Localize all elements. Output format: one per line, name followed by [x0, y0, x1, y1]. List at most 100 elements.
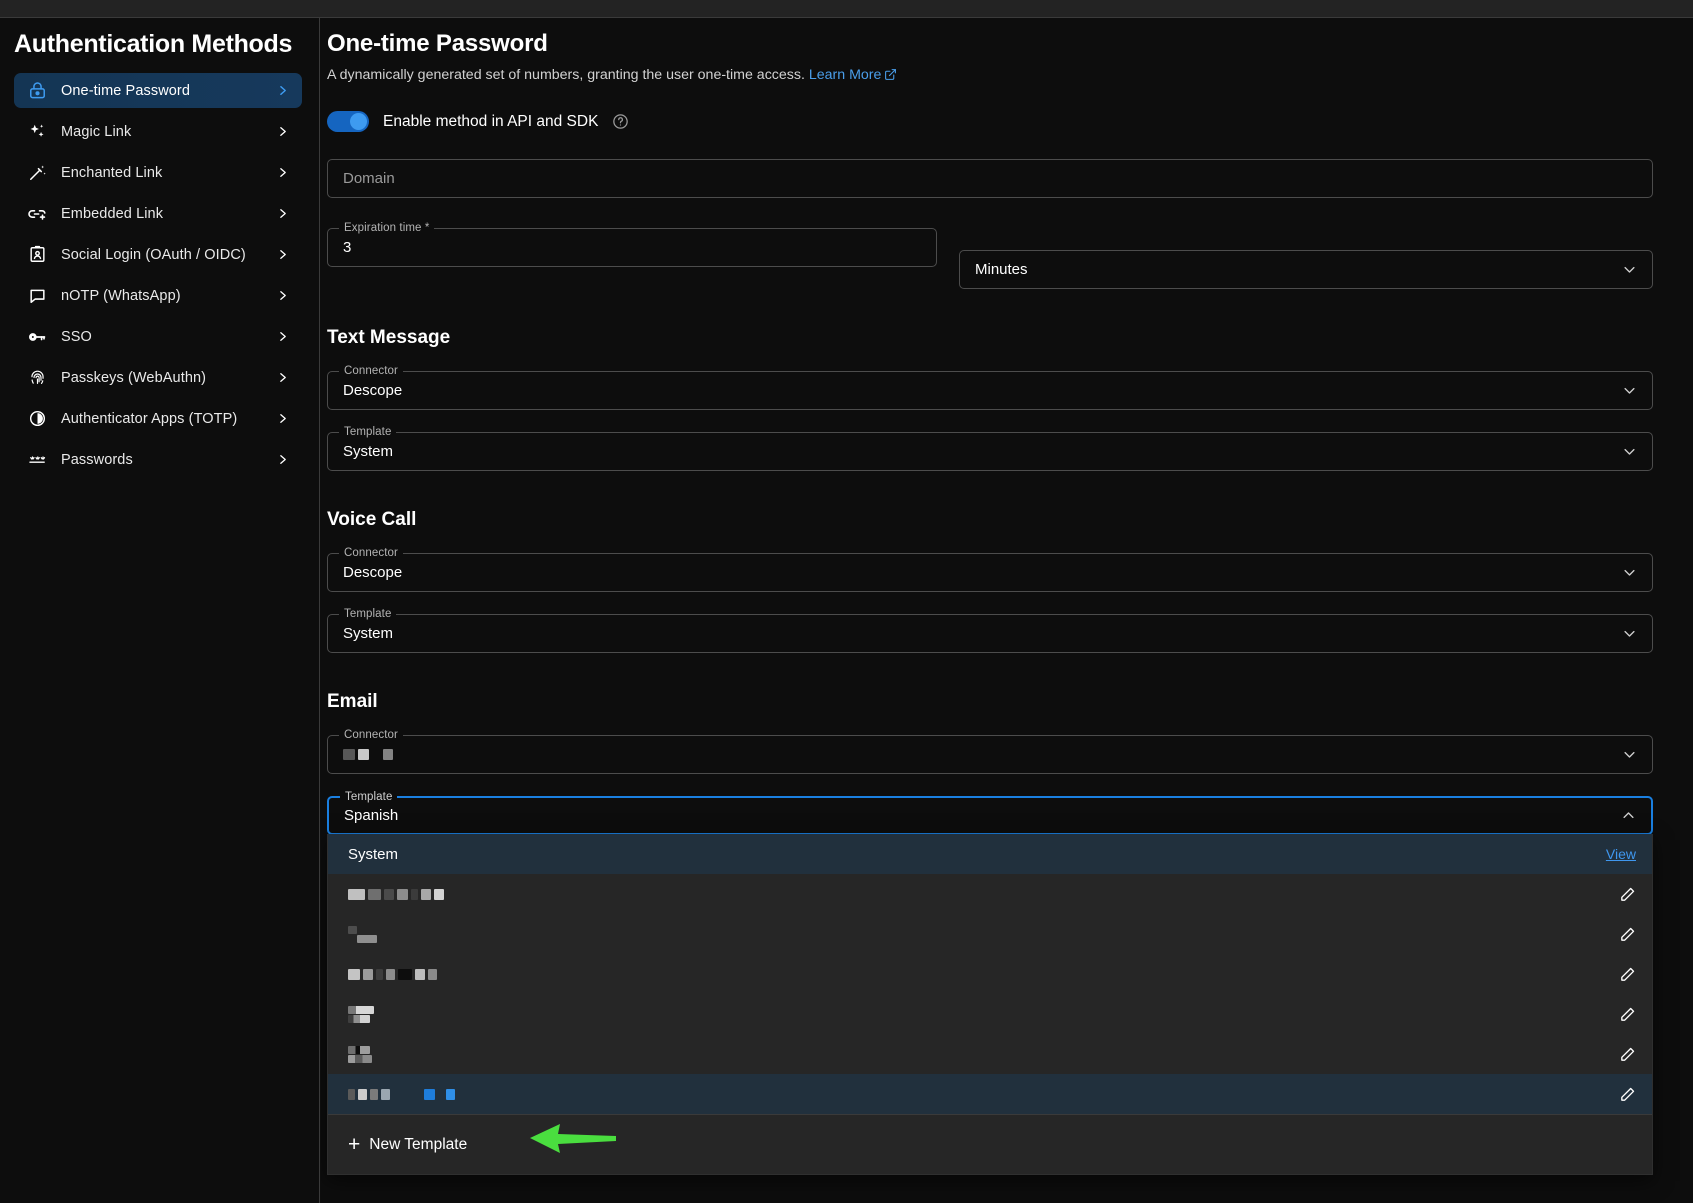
connector-legend: Connector — [339, 365, 403, 378]
sidebar-item-label: Magic Link — [61, 123, 132, 140]
sidebar-item-label: Social Login (OAuth / OIDC) — [61, 246, 246, 263]
chevron-down-icon[interactable] — [1622, 383, 1637, 398]
plus-icon: + — [348, 1133, 361, 1156]
template-option-redacted-2[interactable] — [328, 914, 1652, 954]
text-message-connector-value: Descope — [343, 382, 403, 399]
template-option-system[interactable]: System View — [328, 834, 1652, 874]
sidebar-item-label: Passkeys (WebAuthn) — [61, 369, 207, 386]
connector-legend: Connector — [339, 547, 403, 560]
page-title: One-time Password — [327, 30, 548, 57]
chevron-right-icon — [276, 125, 289, 138]
chevron-right-icon — [276, 289, 289, 302]
sidebar-item-authenticator-apps[interactable]: Authenticator Apps (TOTP) — [14, 401, 302, 436]
text-message-connector-select[interactable]: Connector Descope — [327, 365, 1653, 410]
chevron-right-icon — [276, 371, 289, 384]
template-option-redacted-3[interactable] — [328, 954, 1652, 994]
template-option-redacted-1[interactable] — [328, 874, 1652, 914]
chevron-down-icon[interactable] — [1622, 565, 1637, 580]
sidebar-item-sso[interactable]: SSO — [14, 319, 302, 354]
template-legend: Template — [339, 426, 397, 439]
domain-field[interactable]: Domain — [327, 159, 1653, 198]
external-link-icon[interactable] — [884, 68, 897, 85]
expiration-time-field[interactable]: Expiration time * 3 — [327, 222, 937, 267]
chevron-down-icon[interactable] — [1622, 262, 1637, 277]
sidebar-item-label: One-time Password — [61, 82, 191, 99]
template-option-redacted-5[interactable] — [328, 1034, 1652, 1074]
email-connector-value-redacted — [343, 749, 393, 760]
template-option-redacted-selected[interactable] — [328, 1074, 1652, 1114]
sidebar-item-label: Authenticator Apps (TOTP) — [61, 410, 238, 427]
chevron-down-icon[interactable] — [1622, 444, 1637, 459]
sidebar-item-label: Embedded Link — [61, 205, 164, 222]
edit-pencil-icon[interactable] — [1619, 926, 1636, 943]
edit-pencil-icon[interactable] — [1619, 1046, 1636, 1063]
main-content: One-time Password A dynamically generate… — [321, 18, 1693, 1203]
connector-legend: Connector — [339, 729, 403, 742]
voice-call-template-value: System — [343, 625, 394, 642]
sidebar-item-passkeys[interactable]: Passkeys (WebAuthn) — [14, 360, 302, 395]
text-message-template-value: System — [343, 443, 394, 460]
chevron-right-icon — [276, 84, 289, 97]
chevron-up-icon[interactable] — [1621, 808, 1636, 823]
chevron-down-icon[interactable] — [1622, 747, 1637, 762]
sidebar-item-social-login[interactable]: Social Login (OAuth / OIDC) — [14, 237, 302, 272]
dots-password-icon — [27, 450, 47, 470]
enable-method-toggle[interactable] — [327, 111, 369, 132]
app-root: Authentication Methods One-time Password — [0, 0, 1693, 1203]
view-link[interactable]: View — [1606, 846, 1636, 862]
template-legend: Template — [340, 791, 398, 804]
chevron-down-icon[interactable] — [1622, 626, 1637, 641]
template-option-label-redacted — [348, 1045, 372, 1063]
voice-call-connector-select[interactable]: Connector Descope — [327, 547, 1653, 592]
voice-call-template-select[interactable]: Template System — [327, 608, 1653, 653]
domain-input[interactable]: Domain — [343, 170, 395, 187]
expiration-unit-select[interactable]: Minutes — [959, 250, 1653, 289]
edit-pencil-icon[interactable] — [1619, 886, 1636, 903]
chevron-right-icon — [276, 166, 289, 179]
edit-pencil-icon[interactable] — [1619, 1086, 1636, 1103]
edit-pencil-icon[interactable] — [1619, 966, 1636, 983]
new-template-label: New Template — [369, 1135, 468, 1153]
magic-wand-icon — [27, 163, 47, 183]
expiration-time-input[interactable]: 3 — [343, 239, 351, 256]
edit-pencil-icon[interactable] — [1619, 1006, 1636, 1023]
enable-method-row: Enable method in API and SDK — [327, 111, 1653, 132]
sidebar-item-embedded-link[interactable]: Embedded Link — [14, 196, 302, 231]
sidebar-item-label: nOTP (WhatsApp) — [61, 287, 181, 304]
chevron-right-icon — [276, 207, 289, 220]
chevron-right-icon — [276, 248, 289, 261]
sidebar-item-label: Passwords — [61, 451, 133, 468]
text-message-template-select[interactable]: Template System — [327, 426, 1653, 471]
sidebar-item-label: Enchanted Link — [61, 164, 163, 181]
email-template-value: Spanish — [344, 807, 399, 824]
embed-link-icon — [27, 204, 47, 224]
sidebar-item-magic-link[interactable]: Magic Link — [14, 114, 302, 149]
template-option-action — [1619, 1046, 1636, 1063]
email-template-select[interactable]: Template Spanish — [327, 791, 1653, 835]
new-template-button[interactable]: + New Template — [328, 1114, 1652, 1174]
sidebar-title: Authentication Methods — [14, 30, 293, 58]
template-legend: Template — [339, 608, 397, 621]
page-description: A dynamically generated set of numbers, … — [327, 67, 1653, 85]
chevron-right-icon — [276, 453, 289, 466]
learn-more-link[interactable]: Learn More — [809, 67, 882, 83]
email-connector-select[interactable]: Connector — [327, 729, 1653, 774]
voice-call-heading: Voice Call — [327, 509, 417, 530]
sidebar: Authentication Methods One-time Password — [0, 18, 320, 1203]
sidebar-item-one-time-password[interactable]: One-time Password — [14, 73, 302, 108]
template-option-action: View — [1606, 846, 1636, 862]
sidebar-item-enchanted-link[interactable]: Enchanted Link — [14, 155, 302, 190]
text-message-heading: Text Message — [327, 327, 451, 348]
sidebar-item-notp-whatsapp[interactable]: nOTP (WhatsApp) — [14, 278, 302, 313]
fingerprint-icon — [27, 368, 47, 388]
sidebar-item-label: SSO — [61, 328, 92, 345]
lock-clock-icon — [27, 81, 47, 101]
enable-method-label: Enable method in API and SDK — [383, 112, 599, 130]
template-option-label-redacted — [348, 968, 437, 980]
key-icon — [27, 327, 47, 347]
question-circle-icon[interactable] — [612, 113, 629, 130]
expiration-unit-value: Minutes — [975, 261, 1028, 278]
template-option-redacted-4[interactable] — [328, 994, 1652, 1034]
sidebar-item-passwords[interactable]: Passwords — [14, 442, 302, 477]
page-description-text: A dynamically generated set of numbers, … — [327, 67, 805, 83]
